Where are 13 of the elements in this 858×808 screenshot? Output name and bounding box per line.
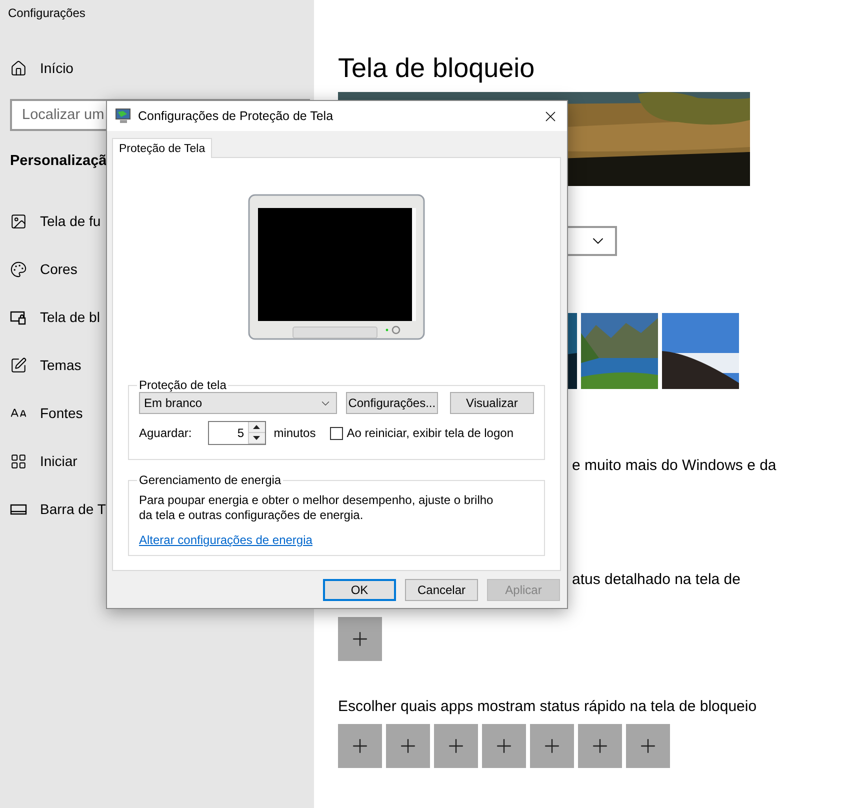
app-title: Configurações [8, 6, 86, 20]
group-legend: Proteção de tela [137, 378, 228, 392]
description-text: e muito mais do Windows e da [572, 457, 778, 475]
section-heading: Personalizaçã [10, 153, 108, 169]
minutes-label: minutos [274, 426, 316, 440]
wait-label: Aguardar: [139, 426, 192, 440]
power-description: Para poupar energia e obter o melhor desempenho, ajuste o brilho da tela e outras configurações de energia. [139, 493, 494, 523]
page-title: Tela de bloqueio [338, 52, 536, 84]
checkbox-label: Ao reiniciar, exibir tela de logon [346, 426, 514, 440]
quick-status-text: Escolher quais apps mostram status rápido na tela de bloqueio [338, 698, 758, 716]
detailed-status-text: atus detalhado na tela de [572, 571, 742, 589]
group-legend: Gerenciamento de energia [137, 473, 284, 487]
dialog-title: Configurações de Proteção de Tela [138, 109, 334, 123]
